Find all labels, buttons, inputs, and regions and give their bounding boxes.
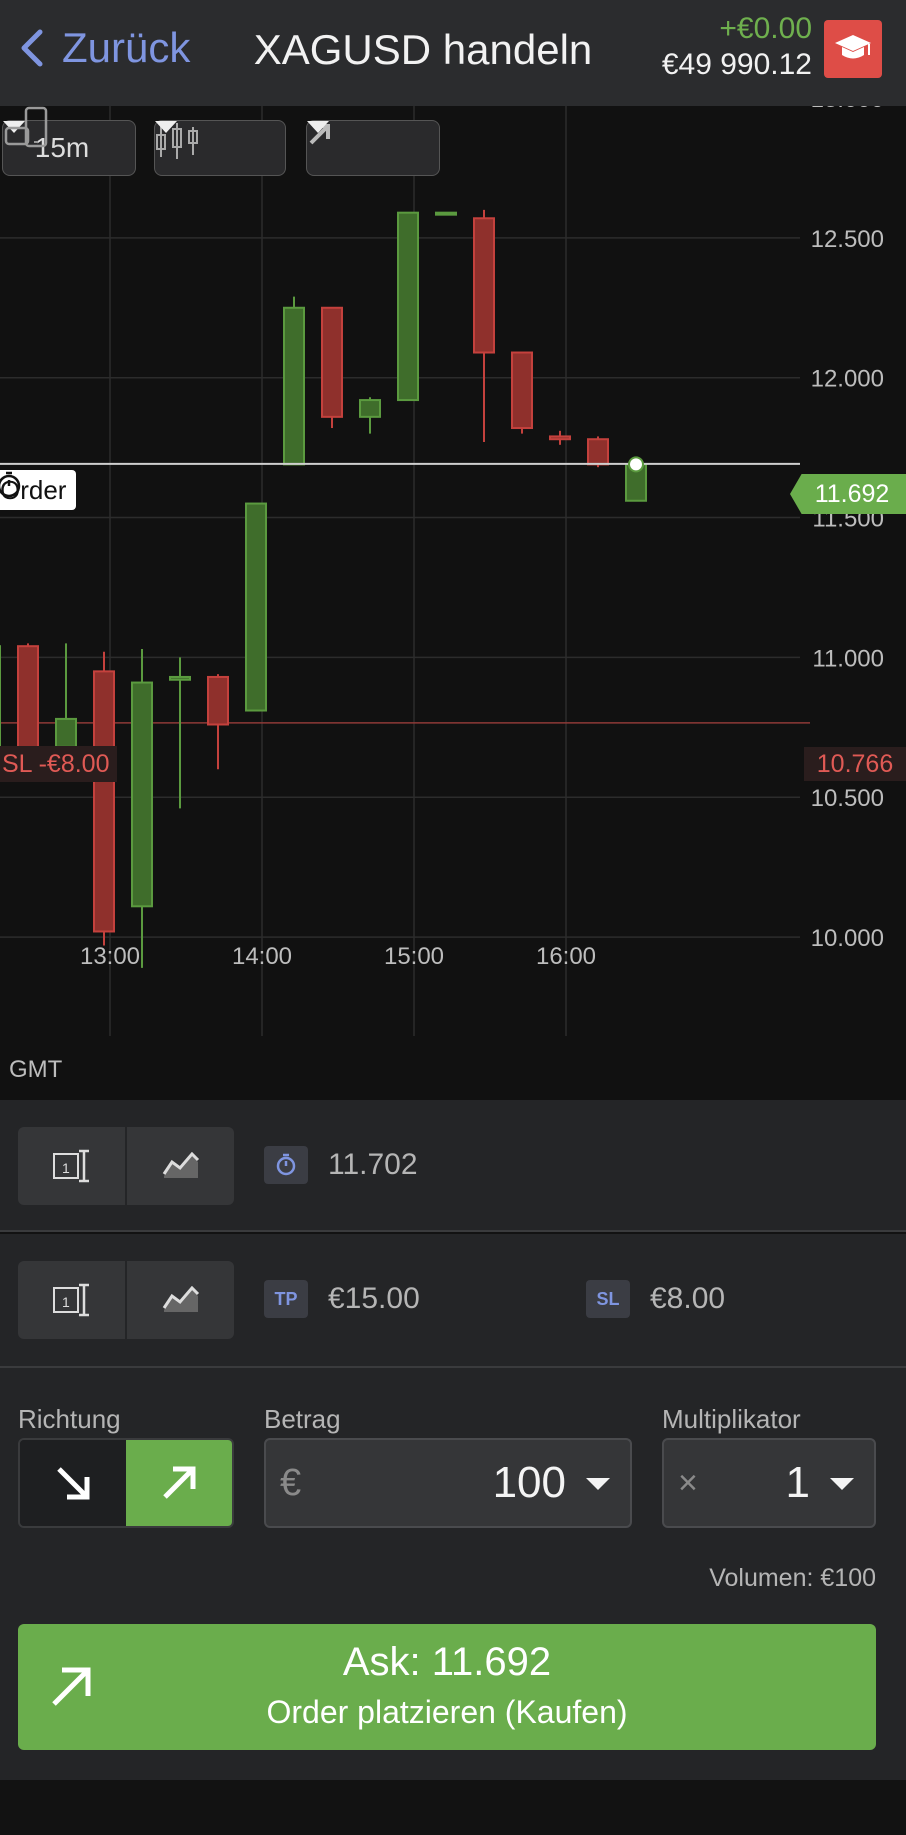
entry-price-row: 1 11.702 — [0, 1100, 906, 1232]
buy-direction-button[interactable] — [126, 1440, 232, 1526]
timezone-label: GMT — [9, 1056, 63, 1083]
trend-line-icon — [162, 1152, 199, 1178]
amount-dropdown[interactable]: € 100 — [264, 1438, 632, 1528]
candle-bearish — [587, 438, 609, 466]
amount-label: Betrag — [264, 1404, 341, 1434]
candle-bullish — [245, 502, 267, 712]
svg-text:1: 1 — [62, 1160, 70, 1176]
caret-down-icon — [586, 1478, 610, 1490]
candle-bullish — [397, 211, 419, 402]
stopwatch-chip — [264, 1146, 308, 1184]
pnl-value: +€0.00 — [719, 12, 812, 45]
order-form: Richtung Betrag Multiplikator € 100 × 1 … — [0, 1368, 906, 1780]
arrow-up-right-icon — [163, 1466, 196, 1499]
multiplier-label: Multiplikator — [662, 1404, 801, 1434]
input-cursor-icon: 1 — [52, 1149, 89, 1183]
entry-price-value[interactable]: 11.702 — [328, 1148, 418, 1182]
manual-input-mode-button[interactable]: 1 — [18, 1127, 127, 1205]
volume-text: Volumen: €100 — [709, 1564, 876, 1592]
back-label: Zurück — [62, 24, 191, 71]
caret-down-icon — [307, 121, 329, 133]
entry-mode-toggle: 1 — [18, 1127, 234, 1205]
direction-label: Richtung — [18, 1404, 121, 1434]
x-tick-label: 13:00 — [80, 943, 140, 970]
ask-price-text: Ask: 11.692 — [342, 1640, 552, 1684]
x-tick-label: 14:00 — [232, 943, 292, 970]
candlestick-chart[interactable]: 13.00012.50012.00011.50011.00010.50010.0… — [0, 106, 906, 1100]
stop-loss-line-label[interactable]: SL -€8.00 — [0, 746, 118, 782]
top-bar: Zurück XAGUSD handeln +€0.00 €49 990.12 — [0, 0, 906, 106]
balance-value: €49 990.12 — [661, 48, 812, 81]
sell-direction-button[interactable] — [20, 1440, 126, 1526]
chevron-left-icon — [21, 29, 43, 67]
price-chart[interactable]: 13.00012.50012.00011.50011.00010.50010.0… — [0, 106, 906, 1100]
y-tick-label: 12.500 — [811, 226, 884, 253]
tp-sl-row: 1 TP €15.00 SL €8.00 — [0, 1234, 906, 1368]
drawing-tool-dropdown[interactable] — [306, 120, 440, 176]
candle-bullish — [131, 681, 153, 908]
graduation-cap-icon — [835, 35, 871, 59]
trend-line-icon — [162, 1286, 199, 1312]
candle-bullish — [169, 675, 191, 681]
current-price-text: 11.692 — [814, 479, 890, 508]
input-cursor-icon: 1 — [52, 1283, 89, 1317]
last-price-marker — [628, 456, 644, 473]
account-balance[interactable]: +€0.00 €49 990.12 — [662, 12, 812, 84]
take-profit-value[interactable]: €15.00 — [328, 1282, 420, 1316]
stop-loss-value[interactable]: €8.00 — [650, 1282, 725, 1316]
sl-label-text: SL -€8.00 — [2, 749, 110, 778]
order-line-label[interactable]: Order — [0, 470, 77, 510]
candle-bearish — [321, 306, 343, 418]
candle-bullish — [435, 211, 457, 216]
chart-select-mode-button[interactable] — [127, 1261, 234, 1339]
candle-bullish — [359, 399, 381, 418]
back-button[interactable]: Zurück — [14, 24, 190, 72]
y-tick-label: 10.500 — [811, 785, 884, 812]
sl-price-tag: 10.766 — [804, 747, 906, 781]
multiplier-dropdown[interactable]: × 1 — [662, 1438, 876, 1528]
candle-bearish — [93, 670, 115, 933]
y-tick-label: 13.000 — [811, 106, 884, 113]
candle-bearish — [17, 645, 39, 751]
x-tick-label: 16:00 — [536, 943, 596, 970]
current-price-tag: 11.692 — [790, 474, 906, 514]
caret-down-icon — [830, 1478, 854, 1490]
sl-price-text: 10.766 — [816, 749, 894, 778]
candle-bullish — [55, 717, 77, 748]
rotate-screen-icon[interactable] — [0, 106, 54, 152]
multiply-icon: × — [678, 1464, 698, 1502]
candle-bearish — [207, 675, 229, 726]
candle-bullish — [283, 306, 305, 466]
stop-loss-chip: SL — [586, 1280, 630, 1318]
education-button[interactable] — [824, 20, 882, 78]
tpsl-mode-toggle: 1 — [18, 1261, 234, 1339]
svg-text:1: 1 — [62, 1294, 70, 1310]
arrow-down-right-icon — [57, 1467, 90, 1500]
chart-select-mode-button[interactable] — [127, 1127, 234, 1205]
candle-bearish — [549, 435, 571, 441]
caret-down-icon — [155, 121, 177, 133]
candle-bearish — [473, 217, 495, 354]
y-tick-label: 10.000 — [811, 925, 884, 952]
manual-input-mode-button[interactable]: 1 — [18, 1261, 127, 1339]
direction-toggle — [18, 1438, 234, 1528]
stopwatch-icon — [276, 1153, 296, 1176]
stopwatch-icon — [0, 471, 21, 498]
multiplier-value: 1 — [785, 1458, 810, 1507]
y-tick-label: 11.000 — [812, 645, 884, 672]
amount-value: 100 — [492, 1458, 566, 1507]
take-profit-chip: TP — [264, 1280, 308, 1318]
place-order-text: Order platzieren (Kaufen) — [266, 1694, 628, 1730]
system-nav-bar — [0, 1780, 906, 1835]
candle-bearish — [511, 351, 533, 430]
y-tick-label: 12.000 — [811, 366, 884, 393]
x-tick-label: 15:00 — [384, 943, 444, 970]
chart-type-dropdown[interactable] — [154, 120, 286, 176]
place-order-button[interactable]: Ask: 11.692 Order platzieren (Kaufen) — [18, 1624, 876, 1750]
currency-symbol: € — [280, 1462, 302, 1504]
